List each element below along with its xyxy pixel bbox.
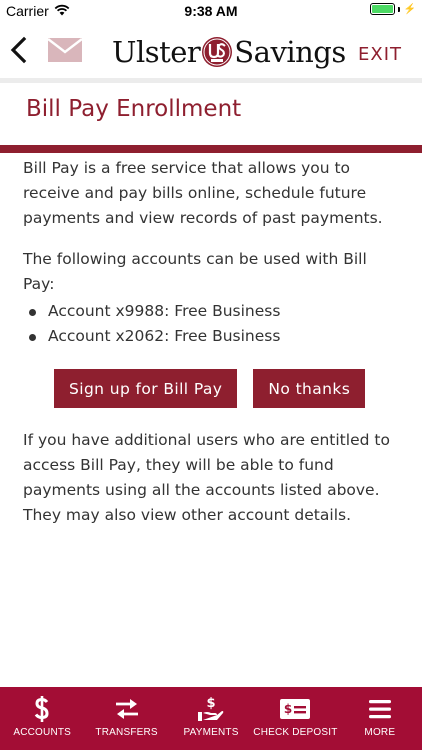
ulster-savings-logo: Ulster Savings (112, 34, 346, 70)
svg-text:$: $ (206, 696, 215, 711)
accounts-lead-text: The following accounts can be used with … (23, 250, 367, 293)
app-header: Ulster Savings EXIT (0, 22, 422, 78)
account-item: Account x2062: Free Business (23, 324, 403, 349)
hamburger-menu-icon (368, 695, 392, 723)
nav-label: TRANSFERS (95, 727, 158, 738)
status-time: 9:38 AM (184, 3, 238, 19)
accounts-list: Account x9988: Free Business Account x20… (23, 299, 403, 349)
logo-right-text: Savings (234, 35, 346, 69)
bottom-nav: ACCOUNTS TRANSFERS $ PAYMENTS $ CHECK DE… (0, 687, 422, 750)
nav-label: CHECK DEPOSIT (253, 727, 338, 738)
nav-label: MORE (364, 727, 396, 738)
nav-check-deposit[interactable]: $ CHECK DEPOSIT (253, 687, 337, 750)
nav-payments[interactable]: $ PAYMENTS (169, 687, 253, 750)
screen: Carrier 9:38 AM ⚡ Ulster Savings EXIT Bi… (0, 0, 422, 750)
intro-text: Bill Pay is a free service that allows y… (23, 159, 383, 227)
logo-seal-icon (202, 37, 233, 67)
transfer-arrows-icon (114, 695, 140, 723)
action-buttons: Sign up for Bill Pay No thanks (54, 369, 403, 408)
header-divider (0, 78, 422, 83)
nav-more[interactable]: MORE (338, 687, 422, 750)
account-item: Account x9988: Free Business (23, 299, 403, 324)
check-icon: $ (279, 695, 311, 723)
messages-button[interactable] (47, 38, 83, 62)
chevron-left-icon (10, 36, 27, 64)
nav-label: PAYMENTS (183, 727, 239, 738)
title-rule (0, 145, 422, 153)
charging-icon: ⚡ (403, 3, 416, 15)
svg-text:$: $ (284, 702, 292, 716)
battery-fill (371, 5, 393, 13)
status-bar: Carrier 9:38 AM ⚡ (0, 0, 422, 22)
exit-button[interactable]: EXIT (358, 44, 402, 65)
logo-left-text: Ulster (112, 35, 201, 69)
dollar-icon (32, 695, 52, 723)
page-title: Bill Pay Enrollment (26, 96, 242, 122)
envelope-icon (47, 38, 83, 62)
no-thanks-button[interactable]: No thanks (253, 369, 366, 408)
additional-users-text: If you have additional users who are ent… (23, 431, 390, 524)
battery-tip (397, 6, 400, 12)
main-content: Bill Pay is a free service that allows y… (23, 156, 403, 544)
sign-up-bill-pay-button[interactable]: Sign up for Bill Pay (54, 369, 238, 408)
nav-accounts[interactable]: ACCOUNTS (0, 687, 84, 750)
battery-icon (369, 3, 395, 15)
hand-dollar-icon: $ (197, 695, 225, 723)
back-button[interactable] (8, 36, 30, 64)
status-right: ⚡ (369, 3, 416, 15)
nav-label: ACCOUNTS (13, 727, 72, 738)
nav-transfers[interactable]: TRANSFERS (84, 687, 168, 750)
